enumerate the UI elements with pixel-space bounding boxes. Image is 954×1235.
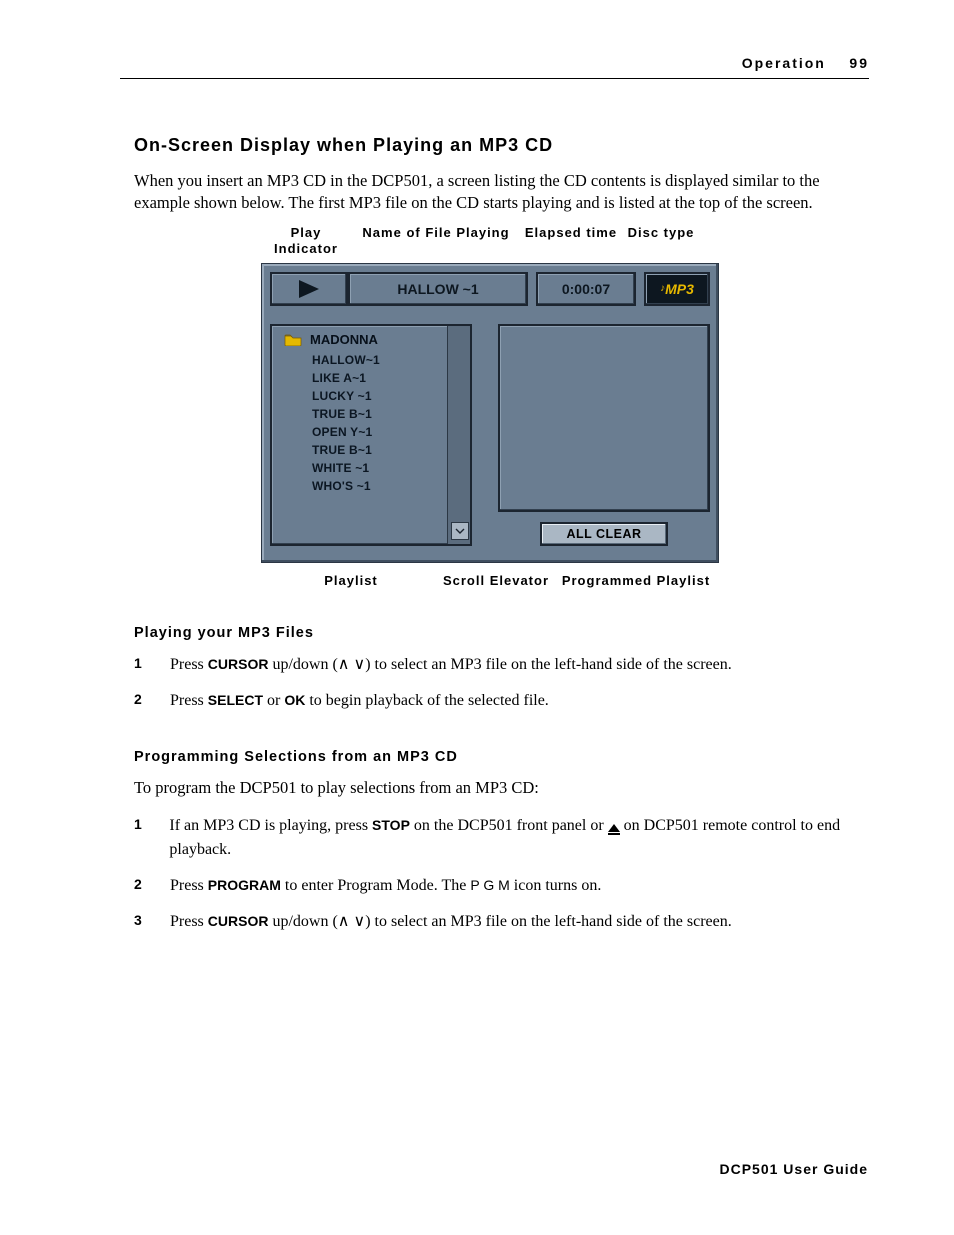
callouts-top: Play Indicator Name of File Playing Elap… [261, 225, 741, 258]
list-item[interactable]: TRUE B~1 [272, 405, 470, 423]
step-number: 2 [134, 874, 146, 898]
chevron-down-icon [455, 528, 465, 534]
steps-list: 1 Press CURSOR up/down (∧ ∨) to select a… [134, 653, 868, 713]
button-label-cursor: CURSOR [208, 656, 269, 672]
step-item: 1 Press CURSOR up/down (∧ ∨) to select a… [134, 653, 868, 677]
button-label-program: PROGRAM [208, 877, 281, 893]
button-label-stop: STOP [372, 817, 410, 833]
list-item[interactable]: HALLOW~1 [272, 351, 470, 369]
pgm-icon-label: P G M [470, 877, 509, 893]
osd-screen: HALLOW ~1 0:00:07 ♪MP3 [261, 263, 719, 563]
subsection-lead: To program the DCP501 to play selections… [134, 777, 868, 799]
header-page-number: 99 [849, 55, 869, 71]
list-item[interactable]: OPEN Y~1 [272, 423, 470, 441]
folder-icon [284, 333, 302, 346]
subsection-title: Programming Selections from an MP3 CD [134, 749, 868, 765]
eject-icon [608, 824, 620, 832]
steps-list: 1 If an MP3 CD is playing, press STOP on… [134, 814, 868, 934]
mp3-icon: ♪MP3 [660, 281, 694, 297]
step-item: 3 Press CURSOR up/down (∧ ∨) to select a… [134, 910, 868, 934]
scroll-elevator[interactable] [451, 522, 469, 540]
osd-elapsed-time: 0:00:07 [536, 272, 636, 306]
step-number: 1 [134, 814, 145, 862]
step-number: 2 [134, 689, 146, 713]
step-item: 2 Press SELECT or OK to begin playback o… [134, 689, 868, 713]
callout-elapsed-time: Elapsed time [521, 225, 621, 258]
list-item[interactable]: LIKE A~1 [272, 369, 470, 387]
header-section: Operation [742, 55, 826, 71]
osd-scrollbar[interactable] [447, 326, 470, 544]
page-footer: DCP501 User Guide [720, 1161, 869, 1177]
step-number: 1 [134, 653, 146, 677]
list-item[interactable]: LUCKY ~1 [272, 387, 470, 405]
step-number: 3 [134, 910, 146, 934]
step-item: 1 If an MP3 CD is playing, press STOP on… [134, 814, 868, 862]
osd-programmed-playlist [498, 324, 710, 512]
callout-file-playing: Name of File Playing [351, 225, 521, 258]
list-item[interactable]: TRUE B~1 [272, 441, 470, 459]
subsection-title: Playing your MP3 Files [134, 625, 868, 641]
callout-programmed: Programmed Playlist [551, 573, 721, 589]
osd-play-indicator [270, 272, 348, 306]
callout-scroll-elevator: Scroll Elevator [441, 573, 551, 589]
section-title: On-Screen Display when Playing an MP3 CD [134, 135, 868, 156]
button-label-ok: OK [284, 692, 305, 708]
list-item[interactable]: WHITE ~1 [272, 459, 470, 477]
page-header: Operation 99 [742, 55, 869, 71]
callout-disc-type: Disc type [621, 225, 701, 258]
osd-folder-name: MADONNA [310, 332, 378, 347]
header-rule [120, 78, 869, 79]
callouts-bottom: Playlist Scroll Elevator Programmed Play… [261, 573, 741, 589]
play-icon [299, 280, 319, 298]
step-item: 2 Press PROGRAM to enter Program Mode. T… [134, 874, 868, 898]
callout-playlist: Playlist [261, 573, 441, 589]
osd-disc-type: ♪MP3 [644, 272, 710, 306]
intro-paragraph: When you insert an MP3 CD in the DCP501,… [134, 170, 868, 215]
osd-file-playing: HALLOW ~1 [348, 272, 528, 306]
osd-figure: Play Indicator Name of File Playing Elap… [261, 225, 741, 590]
list-item[interactable]: WHO'S ~1 [272, 477, 470, 495]
button-label-select: SELECT [208, 692, 263, 708]
button-label-cursor: CURSOR [208, 913, 269, 929]
all-clear-button[interactable]: ALL CLEAR [540, 522, 668, 546]
callout-play-indicator: Play Indicator [261, 225, 351, 258]
osd-playlist[interactable]: MADONNA HALLOW~1 LIKE A~1 LUCKY ~1 TRUE … [270, 324, 472, 546]
